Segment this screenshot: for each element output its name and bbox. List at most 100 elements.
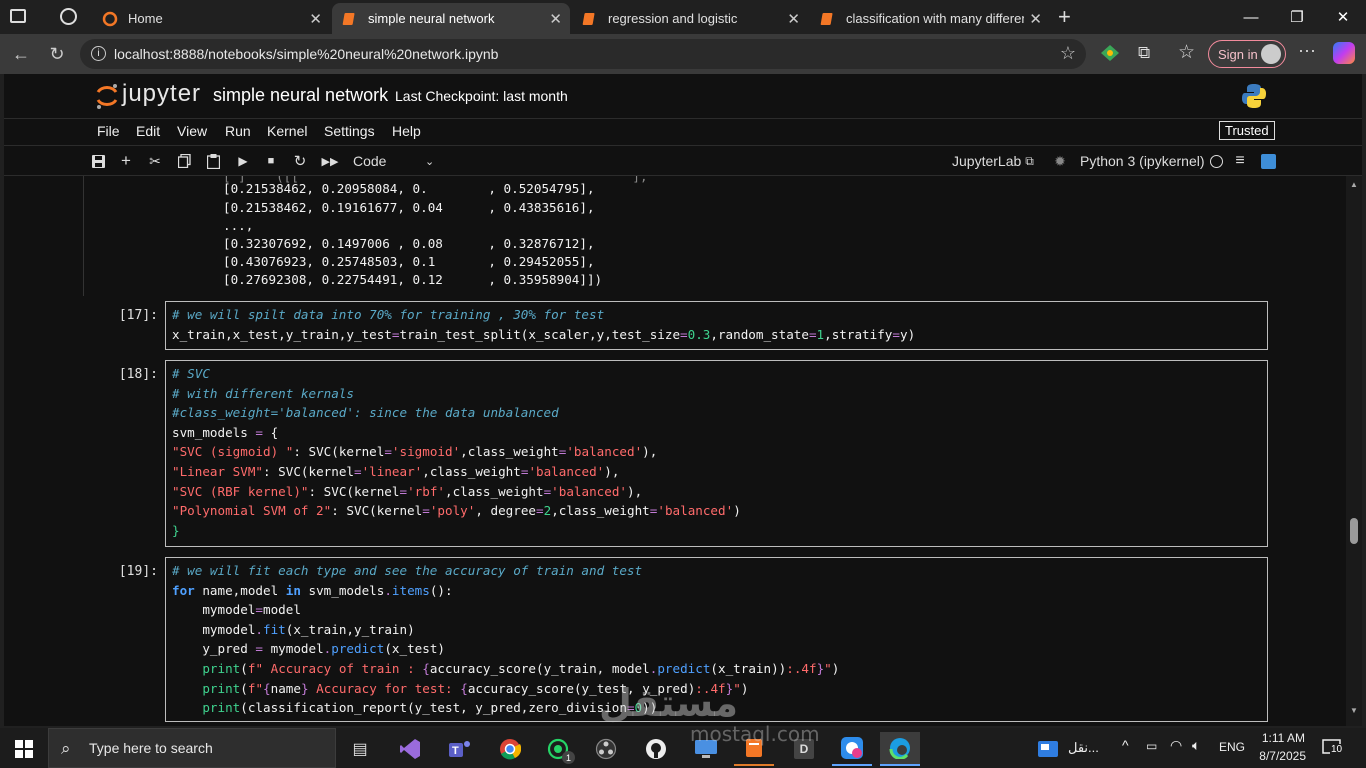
close-icon[interactable]: ✕ — [1029, 10, 1042, 28]
url-text: localhost:8888/notebooks/simple%20neural… — [114, 46, 499, 62]
cut-icon[interactable]: ✂ — [147, 151, 163, 171]
tab-label: classification with many different — [846, 11, 1024, 26]
scroll-up-icon[interactable]: ▲ — [1350, 180, 1358, 189]
clock-time[interactable]: 1:11 AM — [1255, 731, 1305, 745]
run-icon[interactable]: ▶ — [235, 151, 251, 171]
close-icon[interactable]: ✕ — [549, 10, 562, 28]
menu-run[interactable]: Run — [225, 123, 251, 139]
tab-home[interactable]: Home ✕ — [92, 3, 330, 34]
copilot-icon[interactable] — [1333, 42, 1355, 64]
url-field[interactable]: i localhost:8888/notebooks/simple%20neur… — [80, 39, 1086, 69]
tab-simple-neural-network[interactable]: simple neural network ✕ — [332, 3, 570, 34]
output-line: [0.21538462, 0.19161677, 0.04 , 0.438356… — [223, 200, 595, 215]
github-icon[interactable] — [636, 732, 676, 766]
notebook-scrollbar[interactable]: ▲ ▼ — [1346, 176, 1362, 726]
menu-edit[interactable]: Edit — [136, 123, 160, 139]
minimize-icon[interactable]: — — [1228, 0, 1274, 34]
clock-date[interactable]: 8/7/2025 — [1254, 749, 1306, 763]
toc-icon[interactable]: ≡ — [1232, 151, 1248, 171]
scroll-down-icon[interactable]: ▼ — [1350, 706, 1358, 715]
notebook-icon — [820, 11, 836, 27]
jupyter-logo-text: jupyter — [122, 80, 202, 107]
tab-classification[interactable]: classification with many different ✕ — [810, 3, 1050, 34]
new-tab-icon[interactable]: + — [1058, 4, 1071, 30]
insert-cell-icon[interactable]: + — [118, 151, 134, 171]
cell-type-dropdown[interactable]: Code ⌄ — [353, 151, 443, 171]
close-window-icon[interactable]: ✕ — [1320, 0, 1366, 34]
edge-icon[interactable] — [880, 732, 920, 766]
trusted-badge[interactable]: Trusted — [1219, 121, 1275, 140]
menu-help[interactable]: Help — [392, 123, 421, 139]
refresh-icon[interactable]: ↻ — [44, 42, 70, 66]
menu-settings[interactable]: Settings — [324, 123, 375, 139]
jupyter-logo-icon[interactable] — [95, 82, 119, 110]
notifications-icon[interactable]: 10 — [1322, 737, 1344, 757]
save-icon[interactable] — [90, 151, 106, 171]
restart-run-all-icon[interactable]: ▶▶ — [320, 151, 340, 171]
menu-file[interactable]: File — [97, 123, 120, 139]
taskbar-search-box[interactable]: ⌕ Type here to search — [48, 728, 336, 768]
code-line: "SVC (RBF kernel)": SVC(kernel='rbf',cla… — [172, 483, 643, 499]
code-line: print(f" Accuracy of train : {accuracy_s… — [202, 660, 840, 676]
avatar — [1261, 44, 1281, 64]
close-icon[interactable]: ✕ — [309, 10, 322, 28]
sign-in-button[interactable]: Sign in — [1208, 40, 1286, 68]
notebook-icon — [582, 11, 598, 27]
tab-label: regression and logistic — [608, 11, 738, 26]
code-line: y_pred = mymodel.predict(x_test) — [172, 641, 446, 657]
cell-type-label: Code — [353, 153, 387, 169]
teams-icon[interactable]: T — [440, 732, 480, 766]
code-line: mymodel.fit(x_train,y_train) — [172, 621, 415, 637]
language-indicator[interactable]: ENG — [1219, 740, 1245, 754]
stop-icon[interactable]: ■ — [263, 151, 279, 171]
code-line: } — [172, 522, 180, 538]
news-icon[interactable] — [1028, 732, 1068, 766]
browser-tab-bar: Home ✕ simple neural network ✕ regressio… — [0, 0, 1366, 34]
favorite-star-icon[interactable]: ☆ — [1060, 43, 1076, 64]
more-options-icon[interactable]: ··· — [1298, 40, 1316, 61]
extensions-puzzle-icon[interactable]: ⧉ — [1138, 43, 1150, 63]
wifi-icon[interactable]: ◠ — [1170, 737, 1182, 754]
jupyter-header: jupyter simple neural network Last Check… — [4, 74, 1362, 118]
whatsapp-icon[interactable]: 1 — [538, 732, 578, 766]
code-line: # we will fit each type and see the accu… — [172, 563, 643, 578]
notification-count: 10 — [1330, 744, 1344, 755]
chrome-icon[interactable] — [490, 732, 530, 766]
kernel-name[interactable]: Python 3 (ipykernel) — [1080, 151, 1205, 171]
obs-icon[interactable] — [586, 732, 626, 766]
visual-studio-icon[interactable] — [390, 732, 430, 766]
info-icon[interactable]: i — [91, 46, 106, 61]
scrollbar-thumb[interactable] — [1350, 518, 1358, 544]
favorites-icon[interactable]: ☆ — [1178, 41, 1195, 64]
tray-text[interactable]: نقل... — [1068, 740, 1099, 756]
battery-icon[interactable]: ▭ — [1146, 739, 1157, 753]
debugger-icon[interactable]: ✹ — [1052, 151, 1068, 171]
restore-icon[interactable]: ❐ — [1274, 0, 1320, 34]
notebook-title[interactable]: simple neural network — [213, 85, 388, 106]
copy-icon[interactable] — [176, 151, 192, 171]
paste-icon[interactable] — [205, 151, 221, 171]
workspaces-icon[interactable] — [60, 8, 77, 25]
close-icon[interactable]: ✕ — [787, 10, 800, 28]
jupyter-favicon-icon — [102, 11, 118, 27]
code-cell-18[interactable]: # SVC # with different kernals #class_we… — [165, 360, 1268, 547]
menu-kernel[interactable]: Kernel — [267, 123, 307, 139]
volume-icon[interactable]: 🔈︎ — [1192, 737, 1200, 754]
sidebar-toggle-icon[interactable] — [10, 9, 26, 23]
output-line: [0.43076923, 0.25748503, 0.1 , 0.2945205… — [223, 254, 595, 269]
back-icon[interactable]: ← — [8, 42, 34, 66]
task-view-icon[interactable]: ▤ — [340, 732, 380, 766]
notebook-area: [ ] ([[ ], [0.21538462, 0.20958084, 0. ,… — [4, 176, 1346, 726]
extension-icon[interactable] — [1100, 44, 1120, 62]
chevron-up-icon[interactable]: ^ — [1122, 737, 1129, 753]
windows-start-icon[interactable] — [4, 732, 44, 766]
browser-profile-icon[interactable] — [832, 732, 872, 766]
jupyterlab-link[interactable]: JupyterLab ⧉ — [952, 151, 1034, 171]
tab-regression-and-logistic[interactable]: regression and logistic ✕ — [572, 3, 808, 34]
menu-view[interactable]: View — [177, 123, 207, 139]
notification-badge: 1 — [562, 751, 575, 764]
property-inspector-icon[interactable] — [1260, 151, 1276, 171]
code-line: # with different kernals — [172, 385, 354, 401]
restart-icon[interactable]: ↻ — [292, 151, 308, 171]
code-cell-17[interactable]: # we will spilt data into 70% for traini… — [165, 301, 1268, 350]
